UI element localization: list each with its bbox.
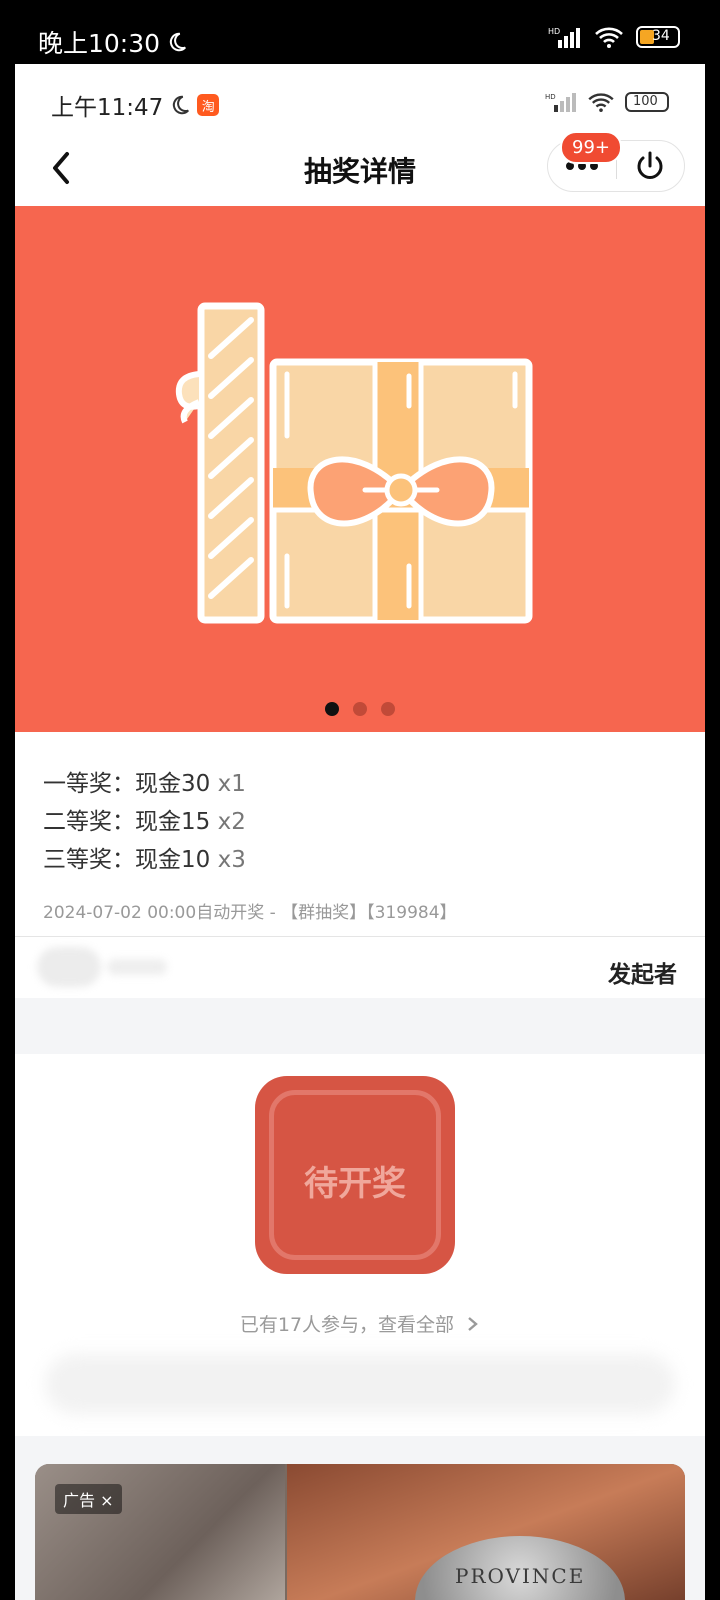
initiator-name-blurred (107, 959, 167, 975)
system-status-bar: 晚上10:30 HD 34 (0, 0, 720, 64)
moon-icon (169, 32, 187, 52)
prize-list: 一等奖：现金30 x1 二等奖：现金15 x2 三等奖：现金10 x3 2024… (15, 732, 705, 936)
participants-link[interactable]: 已有17人参与，查看全部 (15, 1310, 705, 1337)
power-icon (637, 151, 663, 179)
prize-item: 一等奖：现金30 x1 (43, 764, 246, 798)
prize-label: 二等奖：现金15 (43, 809, 211, 835)
system-indicators: HD 34 (548, 26, 680, 48)
draw-info: 2024-07-02 00:00自动开奖 - 【群抽奖】【319984】 (43, 903, 457, 923)
carousel-dot[interactable] (381, 702, 395, 716)
notification-badge: 99+ (560, 131, 622, 164)
prize-qty: x1 (210, 771, 246, 797)
wifi-icon (588, 93, 614, 112)
initiator-row[interactable]: 发起者 (15, 936, 705, 998)
close-mini-program-button[interactable] (617, 141, 685, 191)
initiator-label: 发起者 (608, 962, 677, 988)
battery-icon: 34 (636, 26, 680, 48)
participant-avatars-blurred (45, 1354, 675, 1414)
ad-banner[interactable]: PROVINCE 广告 × (35, 1464, 685, 1600)
inner-indicators: HD 100 (545, 92, 669, 112)
prize-qty: x2 (210, 809, 246, 835)
inner-time-text: 上午11:47 (51, 95, 164, 121)
prize-banner[interactable] (15, 206, 705, 732)
app-screen: 上午11:47 淘 HD 100 抽奖详情 99+ 一等奖：现金30 x1 二等… (15, 64, 705, 1600)
nav-bar: 抽奖详情 99+ (15, 131, 705, 206)
system-time: 晚上10:30 (38, 24, 188, 60)
taobao-app-icon: 淘 (197, 94, 220, 116)
avatar (37, 947, 101, 987)
inner-time: 上午11:47 淘 (51, 88, 220, 122)
svg-text:HD: HD (545, 93, 556, 101)
prize-label: 一等奖：现金30 (43, 771, 211, 797)
ad-close-tag[interactable]: 广告 × (55, 1484, 122, 1514)
signal-icon: HD (545, 93, 576, 112)
draw-button-label: 待开奖 (304, 1164, 406, 1204)
mini-program-capsule: 99+ (547, 131, 685, 192)
carousel-indicator (15, 702, 705, 716)
prize-item: 二等奖：现金15 x2 (43, 802, 246, 836)
svg-text:HD: HD (548, 27, 560, 36)
system-time-text: 晚上10:30 (38, 29, 161, 58)
moon-icon (173, 95, 190, 115)
participants-text: 已有17人参与，查看全部 (239, 1314, 455, 1336)
draw-section: 待开奖 已有17人参与，查看全部 (15, 1054, 705, 1436)
wifi-icon (595, 27, 623, 48)
gift-box-icon (175, 302, 533, 624)
prize-item: 三等奖：现金10 x3 (43, 840, 246, 874)
carousel-dot-active[interactable] (325, 702, 339, 716)
battery-level: 34 (652, 28, 670, 44)
prize-label: 三等奖：现金10 (43, 847, 211, 873)
signal-icon: HD (548, 27, 580, 48)
inner-status-bar: 上午11:47 淘 HD 100 (15, 64, 705, 134)
coin-inscription: PROVINCE (455, 1564, 586, 1588)
battery-level: 100 (633, 94, 658, 109)
carousel-dot[interactable] (353, 702, 367, 716)
pending-draw-button[interactable]: 待开奖 (255, 1076, 455, 1274)
chevron-right-icon (468, 1317, 478, 1331)
battery-icon: 100 (625, 92, 669, 112)
prize-qty: x3 (210, 847, 246, 873)
